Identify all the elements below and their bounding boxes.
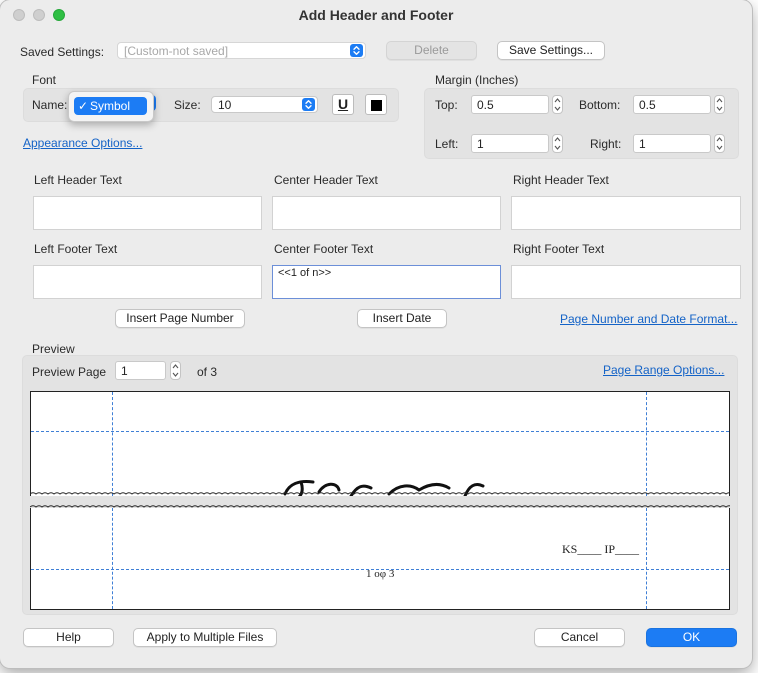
dialog-title: Add Header and Footer	[298, 7, 454, 23]
margin-left-stepper[interactable]	[552, 134, 563, 153]
font-group-label: Font	[32, 73, 57, 87]
preview-group-label: Preview	[32, 342, 75, 356]
right-footer-field[interactable]	[511, 265, 741, 299]
margin-bottom-field[interactable]: 0.5	[633, 95, 711, 114]
margin-top-field[interactable]: 0.5	[471, 95, 549, 114]
insert-page-number-button[interactable]: Insert Page Number	[115, 309, 245, 328]
font-option-symbol[interactable]: ✓ Symbol	[74, 97, 147, 115]
add-header-footer-dialog: Add Header and Footer Saved Settings: [C…	[0, 0, 752, 668]
margin-right-field[interactable]: 1	[633, 134, 711, 153]
preview-page-label: Preview Page	[32, 365, 107, 379]
right-margin-guide	[646, 508, 647, 609]
right-footer-label: Right Footer Text	[513, 242, 605, 256]
save-settings-button[interactable]: Save Settings...	[497, 41, 605, 60]
left-footer-label: Left Footer Text	[34, 242, 118, 256]
stepper-icon	[172, 364, 179, 377]
cancel-button[interactable]: Cancel	[534, 628, 625, 647]
preview-page-stepper[interactable]	[170, 361, 181, 380]
delete-button[interactable]: Delete	[386, 41, 477, 60]
page-range-options-link[interactable]: Page Range Options...	[603, 363, 724, 377]
right-margin-guide	[646, 392, 647, 496]
document-initials-fields: KS____ IP____	[562, 542, 640, 556]
preview-page-field[interactable]: 1	[115, 361, 166, 380]
saved-settings-value: [Custom-not saved]	[124, 44, 229, 58]
margin-group-label: Margin (Inches)	[435, 73, 519, 87]
saved-settings-select[interactable]: [Custom-not saved]	[117, 42, 366, 59]
left-margin-guide	[112, 392, 113, 496]
apply-to-multiple-files-button[interactable]: Apply to Multiple Files	[133, 628, 277, 647]
center-header-label: Center Header Text	[274, 173, 378, 187]
text-color-button[interactable]	[365, 94, 387, 115]
saved-settings-label: Saved Settings:	[20, 45, 105, 59]
margin-right-stepper[interactable]	[714, 134, 725, 153]
margin-top-label: Top:	[435, 98, 458, 112]
preview-page-top	[30, 391, 730, 496]
left-margin-guide	[112, 508, 113, 609]
chevron-updown-icon	[302, 98, 315, 111]
font-name-label: Name:	[32, 98, 68, 112]
insert-date-button[interactable]: Insert Date	[357, 309, 447, 328]
stepper-icon	[554, 98, 561, 111]
font-size-select[interactable]: 10	[211, 96, 318, 113]
left-header-field[interactable]	[33, 196, 262, 230]
margin-bottom-label: Bottom:	[579, 98, 621, 112]
right-header-field[interactable]	[511, 196, 741, 230]
checkmark-icon: ✓	[78, 99, 89, 113]
margin-left-field[interactable]: 1	[471, 134, 549, 153]
font-size-label: Size:	[174, 98, 201, 112]
font-option-label: Symbol	[90, 99, 131, 113]
help-button[interactable]: Help	[23, 628, 114, 647]
font-size-value: 10	[218, 98, 232, 112]
title-bar: Add Header and Footer	[0, 0, 752, 30]
preview-page-bottom: KS____ IP____ 1 oφ 3	[30, 508, 730, 610]
page-number-date-format-link[interactable]: Page Number and Date Format...	[560, 312, 737, 326]
stepper-icon	[716, 137, 723, 150]
margin-left-label: Left:	[435, 137, 459, 151]
center-header-field[interactable]	[272, 196, 501, 230]
underline-button[interactable]: U	[332, 94, 354, 115]
header-margin-guide	[31, 431, 729, 432]
margin-right-label: Right:	[590, 137, 622, 151]
footer-preview-text: 1 oφ 3	[366, 568, 395, 580]
right-header-label: Right Header Text	[513, 173, 609, 187]
center-footer-value: <<1 of n>>	[278, 267, 332, 279]
stepper-icon	[554, 137, 561, 150]
center-footer-label: Center Footer Text	[274, 242, 374, 256]
left-footer-field[interactable]	[33, 265, 262, 299]
font-name-dropdown-menu: ✓ Symbol	[68, 91, 154, 122]
chevron-updown-icon	[350, 44, 363, 57]
preview-page-count: of 3	[197, 365, 218, 379]
appearance-options-link[interactable]: Appearance Options...	[23, 136, 142, 150]
stepper-icon	[716, 98, 723, 111]
color-swatch-icon	[371, 100, 382, 111]
margin-bottom-stepper[interactable]	[714, 95, 725, 114]
ok-button[interactable]: OK	[646, 628, 737, 647]
left-header-label: Left Header Text	[34, 173, 122, 187]
center-footer-field[interactable]: <<1 of n>>	[272, 265, 501, 299]
margin-top-stepper[interactable]	[552, 95, 563, 114]
